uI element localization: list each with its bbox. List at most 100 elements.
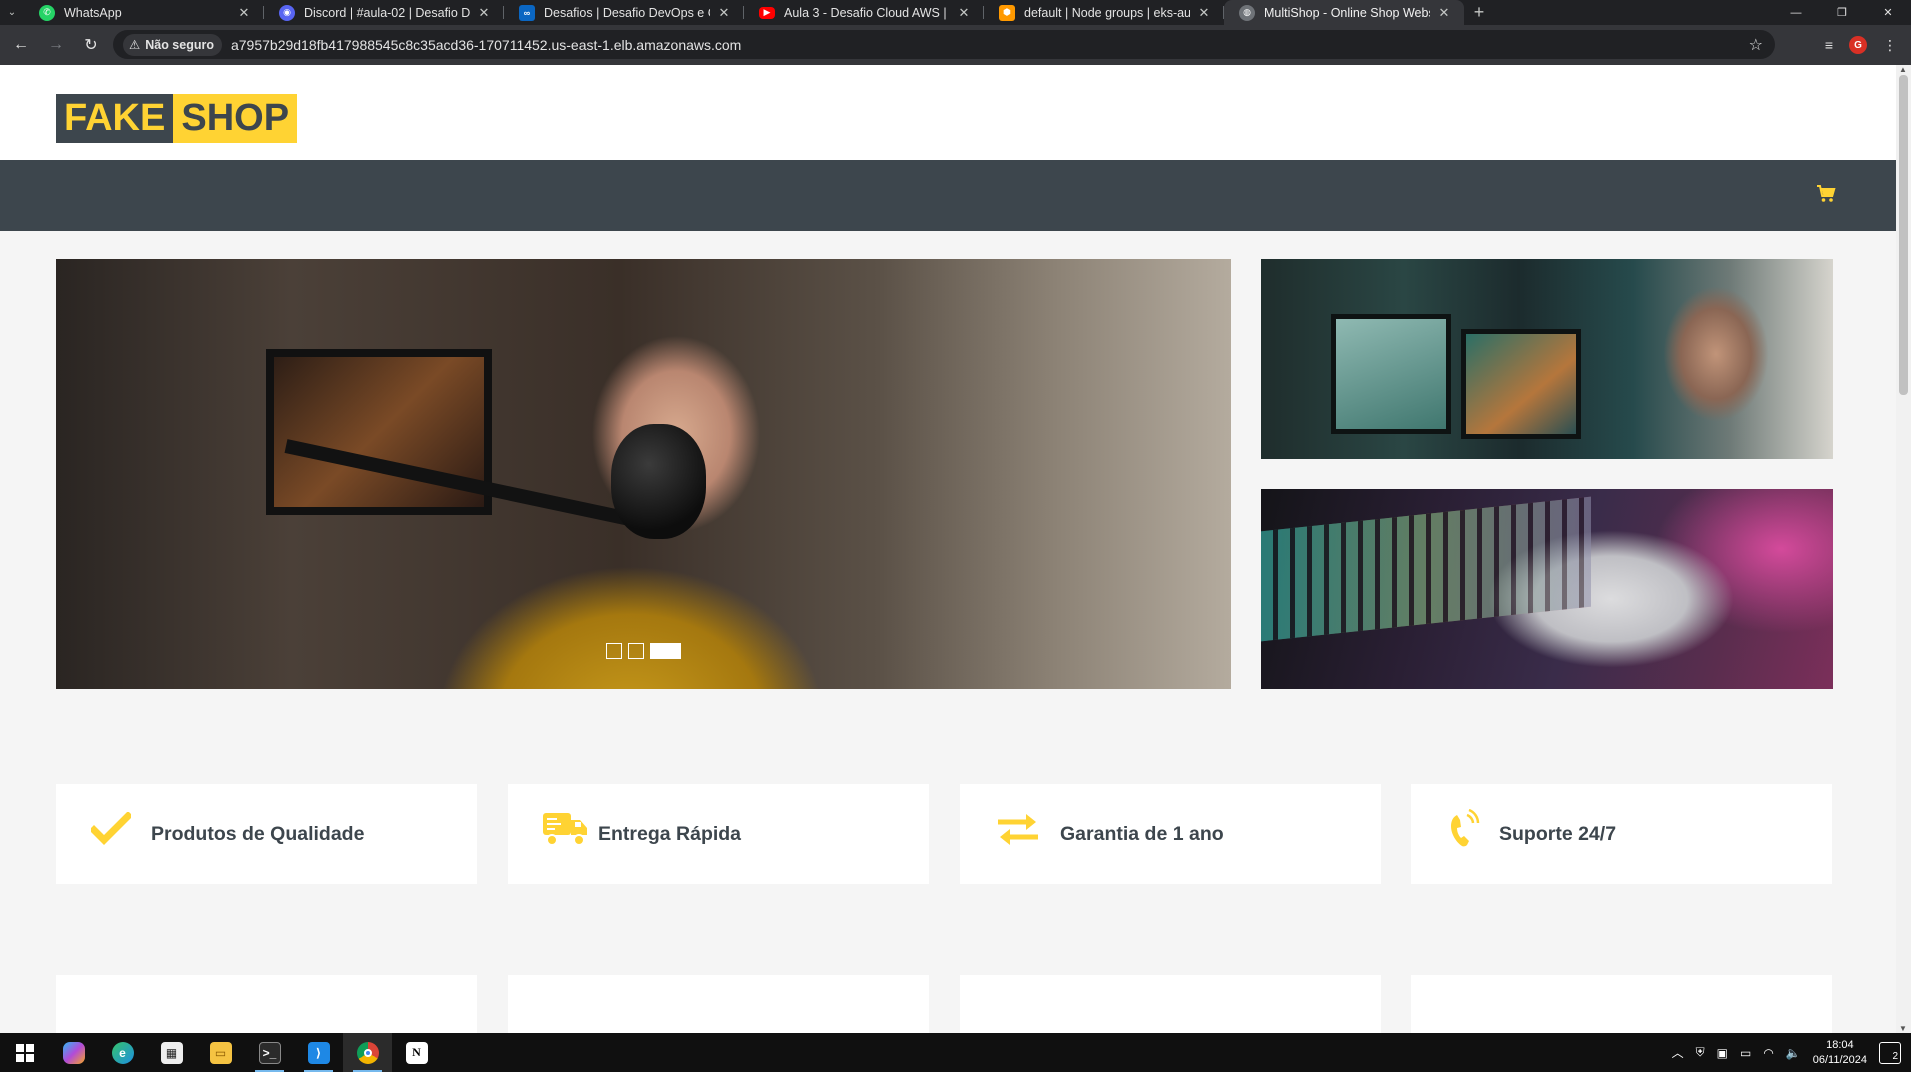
feature-label: Produtos de Qualidade xyxy=(151,822,365,845)
back-arrow-icon[interactable]: ← xyxy=(7,31,35,59)
security-shield-icon[interactable]: ⛨ xyxy=(1696,1045,1705,1060)
system-tray: ︿ ⛨ ▣ ▭ ◠ 🔈 18:04 06/11/2024 2 xyxy=(1672,1033,1911,1072)
warning-icon: ⚠ xyxy=(129,38,141,52)
feature-label: Suporte 24/7 xyxy=(1499,822,1617,845)
feature-label: Garantia de 1 ano xyxy=(1060,822,1224,845)
youtube-icon: ▶ xyxy=(759,6,775,19)
tab-desafios[interactable]: ∞ Desafios | Desafio DevOps e Cloud ✕ xyxy=(504,0,744,25)
whatsapp-icon: ✆ xyxy=(39,4,55,21)
page-scrollbar[interactable]: ▲ ▼ xyxy=(1896,65,1911,1033)
discord-icon: ◉ xyxy=(279,4,295,21)
copilot-icon[interactable] xyxy=(49,1033,98,1072)
forward-arrow-icon[interactable]: → xyxy=(42,31,70,59)
tab-title: default | Node groups | eks-aula xyxy=(1024,5,1190,20)
hero-carousel[interactable] xyxy=(56,259,1231,689)
tab-title: WhatsApp xyxy=(64,5,122,20)
aws-icon: ⬢ xyxy=(999,4,1015,21)
tab-title: Aula 3 - Desafio Cloud AWS | DevOps xyxy=(784,5,950,20)
page-viewport: FAKE SHOP Produtos de Qualidade Entrega … xyxy=(0,65,1911,1033)
tab-discord[interactable]: ◉ Discord | #aula-02 | Desafio DevOps ✕ xyxy=(264,0,504,25)
close-tab-icon[interactable]: ✕ xyxy=(1196,5,1212,21)
bookmark-star-icon[interactable]: ☆ xyxy=(1749,35,1763,55)
tab-title: Desafios | Desafio DevOps e Cloud xyxy=(544,5,710,20)
tab-whatsapp[interactable]: ✆ WhatsApp ✕ xyxy=(24,0,264,25)
chevron-up-icon[interactable]: ︿ xyxy=(1672,1044,1684,1061)
notifications-icon[interactable]: 2 xyxy=(1879,1041,1901,1064)
feature-warranty: Garantia de 1 ano xyxy=(960,784,1381,884)
close-tab-icon[interactable]: ✕ xyxy=(476,5,492,21)
clock-time: 18:04 xyxy=(1826,1038,1854,1051)
address-bar[interactable]: ⚠ Não seguro a7957b29d18fb417988545c8c35… xyxy=(113,30,1775,59)
category-card[interactable] xyxy=(960,975,1381,1033)
tab-aws-eks[interactable]: ⬢ default | Node groups | eks-aula ✕ xyxy=(984,0,1224,25)
category-card[interactable] xyxy=(56,975,477,1033)
feature-label: Entrega Rápida xyxy=(598,822,742,845)
terminal-icon[interactable]: >_ xyxy=(245,1033,294,1072)
window-controls: — ❐ ✕ xyxy=(1773,0,1911,25)
carousel-dot-3[interactable] xyxy=(650,643,681,659)
phone-volume-icon xyxy=(1435,808,1495,859)
file-explorer-icon[interactable]: ▭ xyxy=(196,1033,245,1072)
tab-search-button[interactable]: ⌄ xyxy=(0,0,24,25)
wifi-icon[interactable]: ◠ xyxy=(1763,1046,1773,1060)
close-tab-icon[interactable]: ✕ xyxy=(716,5,732,21)
shipping-icon xyxy=(536,809,596,859)
restore-icon[interactable]: ❐ xyxy=(1819,0,1865,25)
globe-icon: ◍ xyxy=(1239,4,1255,21)
promo-banner-gaming-setup[interactable] xyxy=(1261,259,1833,459)
security-chip[interactable]: ⚠ Não seguro xyxy=(123,33,222,56)
promo-banner-controller[interactable] xyxy=(1261,489,1833,689)
tab-multishop[interactable]: ◍ MultiShop - Online Shop Website Templa… xyxy=(1224,0,1464,25)
close-tab-icon[interactable]: ✕ xyxy=(236,5,252,21)
close-tab-icon[interactable]: ✕ xyxy=(956,5,972,21)
windows-taskbar: e ▦ ▭ >_ ⟩ N ︿ ⛨ ▣ ▭ ◠ 🔈 18:04 06/11/202… xyxy=(0,1033,1911,1072)
new-tab-button[interactable]: + xyxy=(1464,0,1494,25)
scrollbar-thumb[interactable] xyxy=(1899,75,1908,395)
store-icon[interactable]: ▦ xyxy=(147,1033,196,1072)
shopping-cart-icon[interactable] xyxy=(1816,185,1836,209)
vscode-icon[interactable]: ⟩ xyxy=(294,1033,343,1072)
toolbar-actions: ≡ G ⋮ xyxy=(1825,25,1911,65)
notion-icon[interactable]: N xyxy=(392,1033,441,1072)
chrome-icon[interactable] xyxy=(343,1033,392,1072)
logo-fake: FAKE xyxy=(56,94,174,143)
devops-icon: ∞ xyxy=(519,4,535,21)
url-text[interactable]: a7957b29d18fb417988545c8c35acd36-1707114… xyxy=(231,37,741,53)
site-header: FAKE SHOP xyxy=(0,65,1896,160)
profile-avatar[interactable]: G xyxy=(1849,36,1867,54)
clock-date: 06/11/2024 xyxy=(1812,1053,1867,1066)
start-button[interactable] xyxy=(0,1033,49,1072)
security-label: Não seguro xyxy=(145,37,214,52)
volume-icon[interactable]: 🔈 xyxy=(1786,1046,1801,1060)
close-window-icon[interactable]: ✕ xyxy=(1865,0,1911,25)
scroll-down-icon[interactable]: ▼ xyxy=(1899,1024,1907,1033)
logo-shop: SHOP xyxy=(173,94,298,143)
reload-icon[interactable]: ↻ xyxy=(77,31,105,59)
check-icon xyxy=(81,811,141,856)
exchange-icon xyxy=(988,812,1048,856)
battery-icon[interactable]: ▭ xyxy=(1740,1046,1751,1060)
media-queue-icon[interactable]: ≡ xyxy=(1825,37,1833,53)
carousel-dot-2[interactable] xyxy=(628,643,644,659)
edge-icon[interactable]: e xyxy=(98,1033,147,1072)
feature-support: Suporte 24/7 xyxy=(1411,784,1832,884)
meet-now-icon[interactable]: ▣ xyxy=(1717,1046,1728,1060)
carousel-dot-1[interactable] xyxy=(606,643,622,659)
close-tab-icon[interactable]: ✕ xyxy=(1436,5,1452,21)
more-menu-icon[interactable]: ⋮ xyxy=(1883,37,1897,54)
feature-quality: Produtos de Qualidade xyxy=(56,784,477,884)
minimize-icon[interactable]: — xyxy=(1773,0,1819,25)
carousel-indicators xyxy=(606,643,681,659)
system-clock[interactable]: 18:04 06/11/2024 xyxy=(1813,1038,1867,1068)
site-logo[interactable]: FAKE SHOP xyxy=(56,94,298,143)
browser-toolbar: ← → ↻ ⚠ Não seguro a7957b29d18fb41798854… xyxy=(0,25,1911,65)
scroll-up-icon[interactable]: ▲ xyxy=(1899,65,1907,74)
windows-logo-icon xyxy=(15,1043,34,1062)
tab-title: Discord | #aula-02 | Desafio DevOps xyxy=(304,5,470,20)
category-card[interactable] xyxy=(508,975,929,1033)
category-card[interactable] xyxy=(1411,975,1832,1033)
tab-youtube[interactable]: ▶ Aula 3 - Desafio Cloud AWS | DevOps ✕ xyxy=(744,0,984,25)
browser-tab-strip: ⌄ ✆ WhatsApp ✕ ◉ Discord | #aula-02 | De… xyxy=(0,0,1911,25)
hero-image-detail xyxy=(284,439,679,537)
tab-title: MultiShop - Online Shop Website Template xyxy=(1264,5,1430,20)
